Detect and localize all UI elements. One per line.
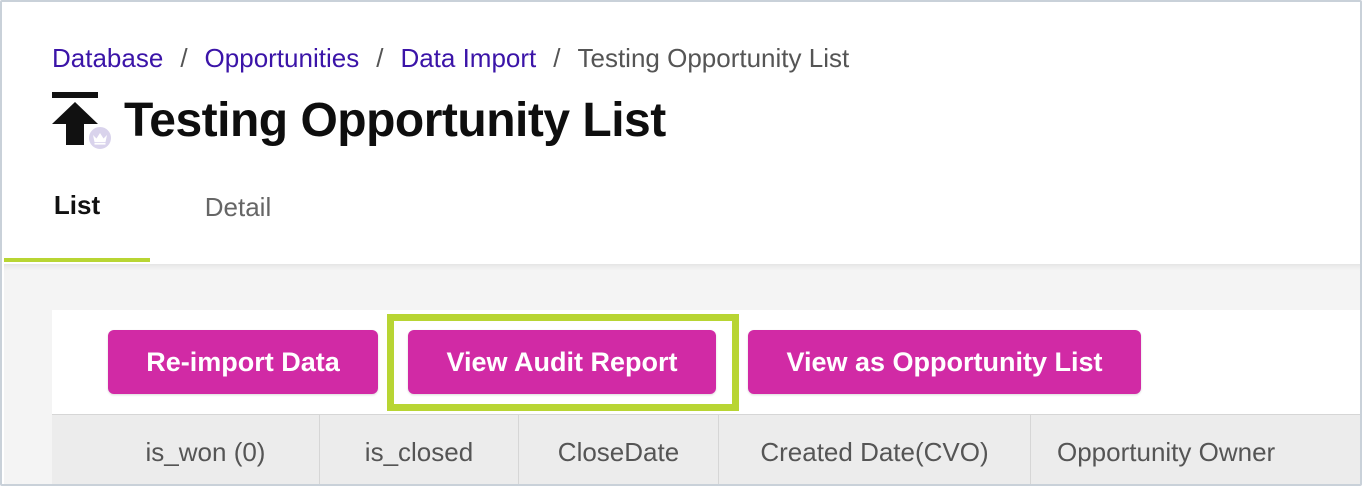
breadcrumb-separator: / <box>553 42 561 73</box>
app-window: Database / Opportunities / Data Import /… <box>0 0 1362 486</box>
view-as-opportunity-list-button[interactable]: View as Opportunity List <box>748 330 1141 394</box>
breadcrumb: Database / Opportunities / Data Import /… <box>52 42 849 74</box>
crown-icon <box>86 124 114 152</box>
column-header-is-closed[interactable]: is_closed <box>320 415 519 484</box>
breadcrumb-opportunities[interactable]: Opportunities <box>205 43 360 74</box>
table-header: is_won (0) is_closed CloseDate Created D… <box>52 414 1360 484</box>
tab-label: List <box>53 190 101 220</box>
active-tab-indicator <box>4 258 150 262</box>
import-icon <box>52 90 114 152</box>
breadcrumb-data-import[interactable]: Data Import <box>400 43 536 74</box>
title-row: Testing Opportunity List <box>52 90 666 152</box>
tab-list[interactable]: List <box>4 174 150 262</box>
tab-bar: List Detail <box>4 174 326 264</box>
tab-label: Detail <box>204 192 272 222</box>
column-header-opportunity-owner[interactable]: Opportunity Owner <box>1031 415 1360 484</box>
breadcrumb-separator: / <box>180 42 188 73</box>
breadcrumb-separator: / <box>376 42 384 73</box>
reimport-data-button[interactable]: Re-import Data <box>108 330 378 394</box>
column-header-close-date[interactable]: CloseDate <box>519 415 719 484</box>
column-header-is-won[interactable]: is_won (0) <box>52 415 320 484</box>
breadcrumb-current: Testing Opportunity List <box>577 42 850 73</box>
tab-detail[interactable]: Detail <box>150 174 326 262</box>
column-header-created-date[interactable]: Created Date(CVO) <box>719 415 1031 484</box>
breadcrumb-database[interactable]: Database <box>52 43 163 74</box>
page-title: Testing Opportunity List <box>124 93 666 147</box>
view-audit-report-button[interactable]: View Audit Report <box>408 330 716 394</box>
